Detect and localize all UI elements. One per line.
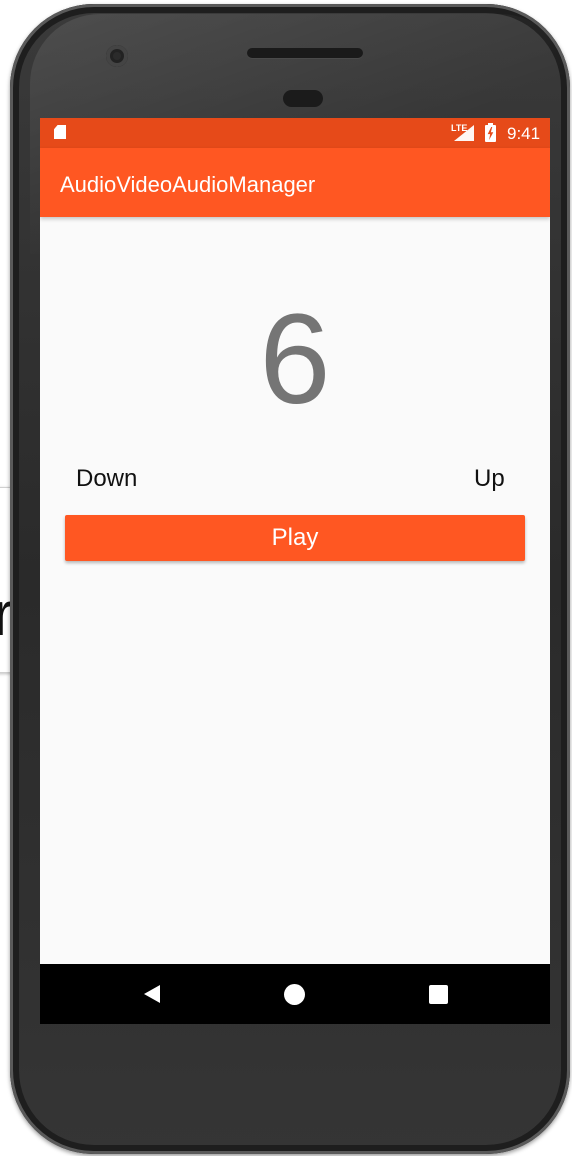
sd-card-icon	[54, 125, 66, 139]
app-bar: AudioVideoAudioManager	[40, 148, 550, 217]
battery-charging-icon	[485, 123, 496, 142]
status-bar: LTE 9:41	[40, 118, 550, 148]
volume-up-control[interactable]: Up	[474, 465, 505, 493]
play-button[interactable]: Play	[65, 515, 525, 561]
volume-down-control[interactable]: Down	[76, 465, 137, 493]
network-type-label: LTE	[451, 123, 468, 133]
device-screen: LTE 9:41 AudioVideoAudioManager 6 Down U…	[40, 118, 550, 1024]
app-title: AudioVideoAudioManager	[60, 172, 316, 197]
front-camera-icon	[106, 45, 128, 67]
status-clock: 9:41	[507, 124, 541, 143]
recents-icon[interactable]	[429, 985, 448, 1004]
volume-level-text: 6	[259, 288, 331, 431]
proximity-sensor	[283, 90, 323, 107]
speaker-grille	[247, 48, 363, 58]
emulator-canvas: r LTE 9:41 AudioVideoAudioManager 6 Down…	[0, 0, 572, 1156]
back-icon[interactable]	[144, 985, 160, 1003]
home-icon[interactable]	[284, 984, 305, 1005]
navigation-bar	[40, 964, 550, 1024]
